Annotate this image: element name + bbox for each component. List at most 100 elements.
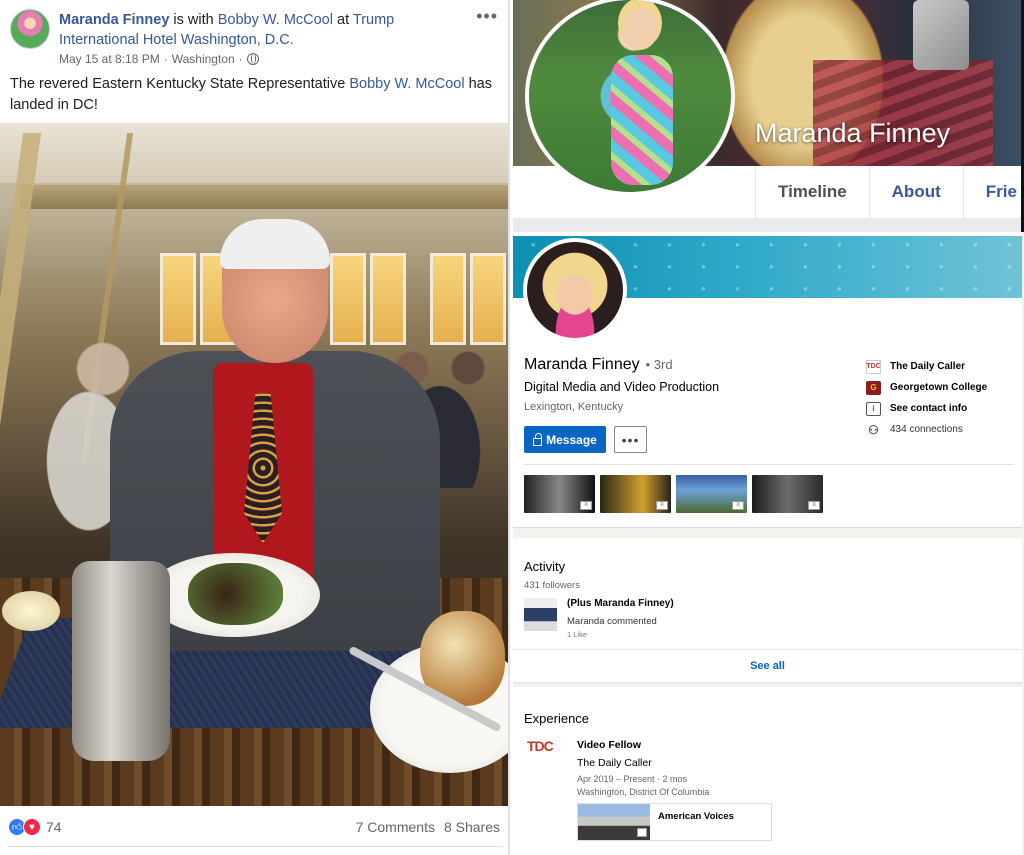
love-icon[interactable]: ♥ [23,818,41,836]
job-media-title: American Voices [658,811,734,822]
photo-window [430,253,466,345]
profile-name[interactable]: Maranda Finney [755,118,950,149]
connections-icon: ⚇ [868,422,879,437]
connections-link[interactable]: ⚇ 434 connections [866,419,1022,440]
linkedin-name: Maranda Finney • 3rd [524,356,673,374]
job-title: Video Fellow [577,739,641,751]
facebook-profile-header: Maranda Finney Timeline About Frie [513,0,1024,232]
contact-info-label: See contact info [890,403,968,414]
reaction-count[interactable]: 74 [46,819,62,835]
post-date-link[interactable]: May 15 at 8:18 PM [59,52,160,66]
photo-window [370,253,406,345]
document-icon: ≡ [808,501,820,510]
activity-post-comment: Maranda commented [567,616,657,627]
photo-window [330,253,366,345]
photo-window [160,253,196,345]
school-name: Georgetown College [890,382,988,393]
document-icon [637,828,647,837]
author-avatar[interactable] [10,9,50,49]
message-button-label: Message [546,432,597,447]
cover-phone [913,0,969,70]
photo-lamb-chops [188,563,283,625]
job-media-card[interactable]: American Voices [577,803,772,841]
more-dots-icon[interactable]: ••• [476,6,498,27]
picture-face [622,8,658,50]
tabs-bottom-band [513,218,1024,232]
tab-friends[interactable]: Frie [964,166,1024,218]
photo-window [470,253,506,345]
job-location: Washington, District Of Columbia [577,787,710,797]
contact-card-icon: i [866,401,881,416]
georgetown-college-logo: G [866,380,881,395]
post-location-link[interactable]: Washington [172,52,235,66]
photo-butter-bowl [2,591,60,631]
connections-count: 434 connections [890,424,963,435]
divider [513,649,1022,650]
linkedin-headline: Digital Media and Video Production [524,380,720,394]
company-link[interactable]: TDC The Daily Caller [866,356,1022,377]
document-icon: ≡ [656,501,668,510]
divider [524,464,1014,465]
divider [8,846,502,847]
media-thumbnail[interactable]: ≡ [752,475,823,513]
job-media-thumbnail [578,804,650,840]
cover-stripes [813,60,993,166]
profile-picture[interactable] [525,0,735,196]
activity-section: Activity 431 followers (Plus Maranda Fin… [513,538,1022,683]
experience-title: Experience [524,711,590,726]
post-photo[interactable] [0,123,508,806]
author-name-link[interactable]: Maranda Finney [59,12,169,28]
globe-icon[interactable] [246,53,259,65]
media-thumbnail[interactable]: ≡ [524,475,595,513]
post-text-part: The revered Eastern Kentucky State Repre… [10,76,350,92]
school-link[interactable]: G Georgetown College [866,377,1022,398]
lock-icon [533,432,543,446]
tab-about[interactable]: About [870,166,964,218]
contact-info-link[interactable]: i See contact info [866,398,1022,419]
post-text: The revered Eastern Kentucky State Repre… [10,74,500,116]
linkedin-profile: Maranda Finney • 3rd Digital Media and Vi… [513,232,1024,855]
the-daily-caller-logo: TDC [866,359,881,374]
activity-post-likes: 1 Like [567,630,588,639]
company-name: The Daily Caller [890,361,966,372]
post-stats: 7 Comments 8 Shares [356,819,500,835]
activity-title: Activity [524,559,566,574]
at-text: at [332,12,353,28]
linkedin-location: Lexington, Kentucky [524,401,624,413]
with-text: is with [169,12,218,28]
photo-metal-jug [72,561,170,761]
featured-media: ≡ ≡ ≡ ≡ [524,475,823,513]
job-company[interactable]: The Daily Caller [577,757,652,769]
tagged-person-link[interactable]: Bobby W. McCool [218,12,333,28]
linkedin-profile-picture[interactable] [523,238,627,342]
message-button[interactable]: Message [524,426,606,453]
post-header: Maranda Finney is with Bobby W. McCool a… [8,6,504,70]
see-all-link[interactable]: See all [513,660,1022,672]
picture-dress [611,55,673,185]
post-byline: Maranda Finney is with Bobby W. McCool a… [59,10,459,50]
document-icon: ≡ [580,501,592,510]
post-meta: May 15 at 8:18 PM · Washington · [59,52,259,66]
document-icon: ≡ [732,501,744,510]
comments-link[interactable]: 7 Comments [356,819,435,835]
experience-section: Experience TDC Video Fellow The Daily Ca… [513,687,1022,855]
reaction-bar: 👍︎ ♥ 74 7 Comments 8 Shares [8,815,502,839]
mention-link[interactable]: Bobby W. McCool [349,76,464,92]
linkedin-top-card: Maranda Finney • 3rd Digital Media and Vi… [513,232,1022,528]
facebook-post: Maranda Finney is with Bobby W. McCool a… [0,0,510,855]
the-daily-caller-logo[interactable]: TDC [527,738,561,772]
followers-count: 431 followers [524,580,580,591]
activity-thumbnail[interactable] [524,598,557,631]
more-actions-button[interactable]: ••• [614,426,647,453]
job-dates: Apr 2019 – Present · 2 mos [577,774,688,784]
connection-degree-text: 3rd [653,357,673,372]
connection-degree: • 3rd [645,357,673,372]
tab-timeline[interactable]: Timeline [756,166,870,218]
media-thumbnail[interactable]: ≡ [676,475,747,513]
profile-tabs: Timeline About Frie [755,166,1024,218]
media-thumbnail[interactable]: ≡ [600,475,671,513]
linkedin-side-info: TDC The Daily Caller G Georgetown Colleg… [866,356,1022,440]
shares-link[interactable]: 8 Shares [444,819,500,835]
linkedin-name-text: Maranda Finney [524,356,640,373]
activity-post-title[interactable]: (Plus Maranda Finney) [567,598,674,609]
